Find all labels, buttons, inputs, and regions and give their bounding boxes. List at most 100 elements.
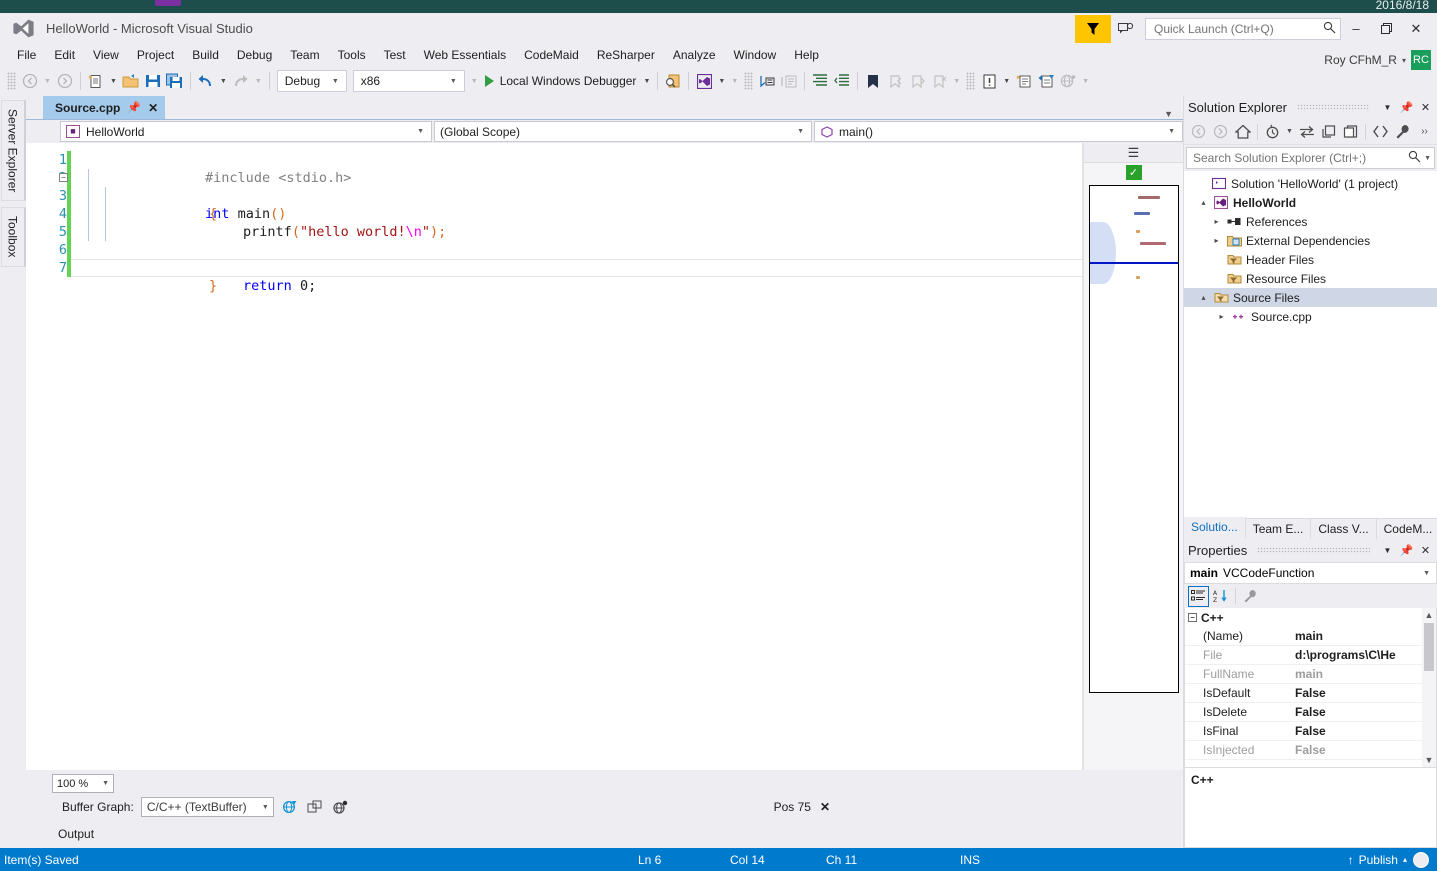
back-arrow-icon[interactable] (1188, 121, 1209, 142)
property-value[interactable]: main (1291, 667, 1436, 681)
property-row[interactable]: File d:\programs\C\He (1185, 646, 1436, 665)
navigate-forward-icon[interactable] (54, 69, 76, 93)
undo-arrow-icon[interactable] (195, 69, 217, 93)
bookmark-overflow-chevron-icon[interactable]: ▼ (950, 78, 963, 85)
tree-item-project[interactable]: ▴ HelloWorld (1184, 193, 1437, 212)
quick-launch-input[interactable] (1154, 21, 1323, 36)
error-list-icon[interactable] (978, 69, 1000, 93)
pin-icon[interactable]: 📌 (1399, 101, 1414, 114)
output-window-tab[interactable]: Output (52, 825, 100, 843)
close-icon[interactable]: ✕ (148, 101, 158, 115)
code-minimap[interactable] (1088, 185, 1179, 693)
code-text-area[interactable]: #include <stdio.h> − int main() { printf… (59, 143, 1082, 770)
tab-solution-explorer[interactable]: Solutio... (1184, 517, 1246, 539)
alphabetical-sort-icon[interactable]: AZ (1210, 586, 1231, 607)
quick-launch-box[interactable] (1145, 17, 1341, 40)
menu-item-project[interactable]: Project (128, 46, 183, 64)
menu-item-build[interactable]: Build (183, 46, 228, 64)
collapse-outline-icon[interactable]: − (59, 173, 68, 182)
code-editor[interactable]: 1 2 3 4 5 6 7 # (26, 143, 1083, 770)
close-icon[interactable]: ✕ (1418, 101, 1433, 114)
property-row[interactable]: IsInjected False (1185, 741, 1436, 760)
extension-dropdown-chevron-icon[interactable]: ▼ (715, 78, 728, 85)
tree-expander[interactable]: ▴ (1198, 293, 1209, 302)
chevron-down-icon[interactable]: ▼ (324, 78, 344, 85)
graph-buffer-icon[interactable] (331, 798, 349, 816)
tree-expander[interactable]: ▸ (1211, 217, 1222, 226)
tree-expander[interactable]: ▸ (1216, 312, 1227, 321)
properties-wrench-icon[interactable] (1392, 121, 1413, 142)
pin-icon[interactable]: 📌 (127, 101, 141, 114)
navbar-member-dropdown[interactable]: main() ▼ (814, 121, 1183, 142)
user-account-area[interactable]: Roy CFhM_R ▾ RC (1324, 50, 1431, 70)
tree-expander[interactable]: ▴ (1198, 198, 1209, 207)
collapse-all-icon[interactable] (1340, 121, 1361, 142)
forward-arrow-icon[interactable] (1210, 121, 1231, 142)
show-all-files-icon[interactable] (1370, 121, 1391, 142)
menu-item-edit[interactable]: Edit (45, 46, 84, 64)
document-tab-source-cpp[interactable]: Source.cpp 📌 ✕ (43, 96, 166, 119)
navbar-project-dropdown[interactable]: ■ HelloWorld ▼ (60, 121, 432, 142)
start-debugging-button[interactable]: Local Windows Debugger (481, 69, 641, 93)
menu-item-help[interactable]: Help (785, 46, 828, 64)
indicator-margin[interactable] (26, 143, 39, 770)
properties-object-selector[interactable]: main VCCodeFunction ▼ (1184, 562, 1437, 584)
tab-team-explorer[interactable]: Team E... (1246, 519, 1312, 539)
avatar[interactable]: RC (1411, 50, 1431, 70)
find-in-files-icon[interactable] (662, 69, 684, 93)
navigate-back-icon[interactable] (19, 69, 41, 93)
extension-icon[interactable] (693, 69, 715, 93)
comment-block-icon[interactable] (778, 69, 800, 93)
menu-item-resharper[interactable]: ReSharper (588, 46, 664, 64)
panel-drag-handle[interactable] (1257, 547, 1370, 554)
code-health-ok-icon[interactable]: ✓ (1125, 165, 1142, 180)
close-button[interactable]: ✕ (1401, 15, 1431, 43)
menu-item-team[interactable]: Team (281, 46, 328, 64)
chevron-up-icon[interactable]: ▴ (1403, 855, 1407, 864)
toolbar-overflow-icon[interactable]: ›› (1414, 121, 1435, 142)
chevron-down-icon[interactable]: ▼ (1380, 546, 1395, 555)
split-view-icon[interactable]: ☰ (1084, 143, 1183, 163)
search-input[interactable] (1193, 151, 1409, 165)
menu-item-codemaid[interactable]: CodeMaid (515, 46, 588, 64)
new-item-dropdown-chevron-icon[interactable]: ▼ (107, 78, 120, 85)
property-value[interactable]: False (1291, 743, 1436, 757)
sync-with-active-document-icon[interactable] (1296, 121, 1317, 142)
property-value[interactable]: False (1291, 705, 1436, 719)
publish-button[interactable]: ↑ Publish ▴ (1348, 853, 1407, 867)
close-icon[interactable]: ✕ (1418, 544, 1433, 557)
collapse-category-icon[interactable]: − (1188, 613, 1197, 622)
toolbar-grip[interactable] (744, 72, 754, 90)
refresh-icon[interactable] (1318, 121, 1339, 142)
property-value[interactable]: d:\programs\C\He (1291, 648, 1436, 662)
chevron-down-icon[interactable]: ▼ (1158, 109, 1179, 119)
navbar-scope-dropdown[interactable]: (Global Scope) ▼ (434, 121, 812, 142)
step-into-icon[interactable] (756, 69, 778, 93)
chevron-down-icon[interactable]: ▼ (1284, 121, 1295, 142)
tree-item-source-cpp[interactable]: ▸ Source.cpp (1184, 307, 1437, 326)
chevron-down-icon[interactable]: ▼ (1168, 128, 1180, 135)
tree-item-source-files[interactable]: ▴ Source Files (1184, 288, 1437, 307)
minimize-button[interactable]: – (1341, 15, 1371, 43)
chevron-down-icon[interactable]: ▼ (797, 128, 809, 135)
zoom-level-dropdown[interactable]: 100 % ▼ (52, 774, 114, 793)
feedback-smiley-icon[interactable] (1111, 15, 1141, 43)
pin-icon[interactable]: 📌 (1399, 544, 1414, 557)
chevron-down-icon[interactable]: ▼ (102, 780, 111, 787)
property-row[interactable]: IsDefault False (1185, 684, 1436, 703)
menu-item-debug[interactable]: Debug (228, 46, 281, 64)
sidebar-item-server-explorer[interactable]: Server Explorer (0, 100, 26, 202)
search-magnifier-icon[interactable] (1408, 150, 1421, 166)
tree-expander[interactable]: ▸ (1211, 236, 1222, 245)
back-dropdown-chevron-icon[interactable]: ▼ (41, 78, 54, 85)
home-icon[interactable] (1232, 121, 1253, 142)
new-item-icon[interactable] (85, 69, 107, 93)
menu-item-view[interactable]: View (84, 46, 128, 64)
toolbar-grip[interactable] (966, 72, 976, 90)
extension-overflow-chevron-icon[interactable]: ▼ (728, 78, 741, 85)
menu-item-web-essentials[interactable]: Web Essentials (415, 46, 515, 64)
scroll-down-arrow-icon[interactable]: ▼ (1425, 753, 1434, 767)
previous-bookmark-icon[interactable] (884, 69, 906, 93)
properties-scrollbar[interactable]: ▲ ▼ (1422, 608, 1436, 767)
properties-category-row[interactable]: − C++ (1185, 608, 1436, 627)
